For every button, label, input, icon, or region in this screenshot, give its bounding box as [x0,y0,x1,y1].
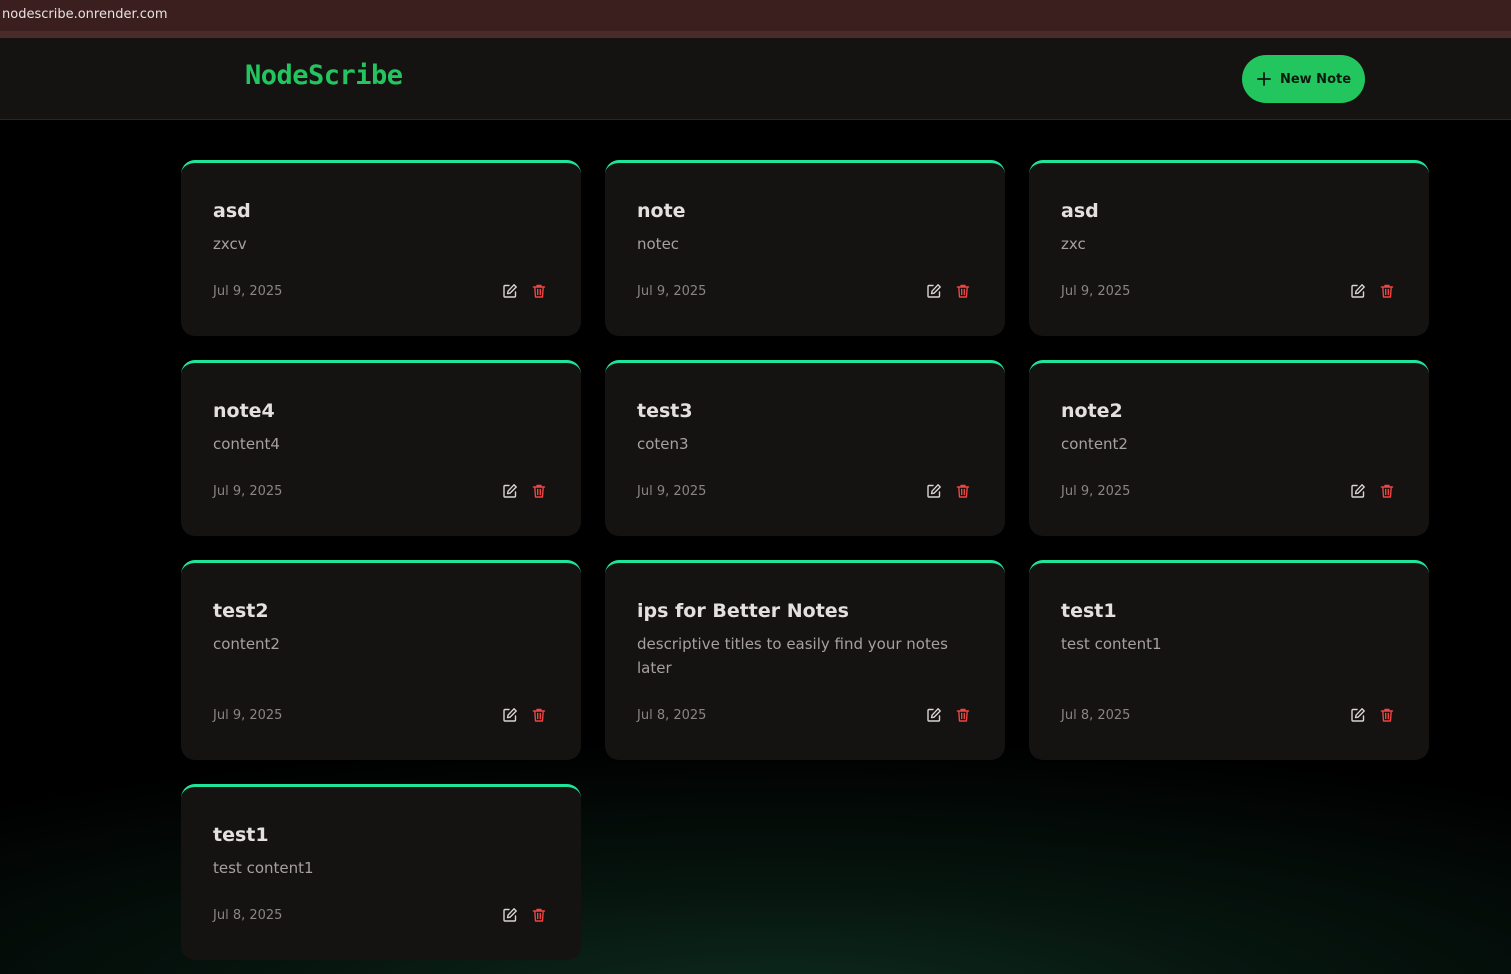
note-actions [925,282,972,300]
edit-icon[interactable] [501,906,519,924]
note-content: test content1 [1061,635,1162,653]
note-title: asd [1061,200,1099,222]
note-content: content2 [213,635,280,653]
note-title: test1 [213,824,269,846]
note-content: zxcv [213,235,247,253]
note-date: Jul 9, 2025 [213,707,283,723]
edit-icon[interactable] [501,282,519,300]
note-actions [1349,282,1396,300]
note-card[interactable]: note notec Jul 9, 2025 [605,160,1005,336]
edit-icon[interactable] [1349,706,1367,724]
note-actions [1349,482,1396,500]
edit-icon[interactable] [501,482,519,500]
note-content: notec [637,235,680,253]
note-card[interactable]: asd zxc Jul 9, 2025 [1029,160,1429,336]
trash-icon[interactable] [1378,282,1396,300]
note-content: content2 [1061,435,1128,453]
trash-icon[interactable] [530,906,548,924]
trash-icon[interactable] [1378,482,1396,500]
note-date: Jul 8, 2025 [637,707,707,723]
note-date: Jul 9, 2025 [213,283,283,299]
new-note-label: New Note [1279,71,1352,87]
note-title: note4 [213,400,275,422]
note-footer: Jul 9, 2025 [637,281,973,301]
note-date: Jul 8, 2025 [1061,707,1131,723]
note-card[interactable]: test1 test content1 Jul 8, 2025 [181,784,581,960]
note-title: test1 [1061,600,1117,622]
edit-icon[interactable] [925,706,943,724]
edit-icon[interactable] [501,706,519,724]
trash-icon[interactable] [954,482,972,500]
note-footer: Jul 8, 2025 [637,705,973,725]
note-actions [1349,706,1396,724]
note-date: Jul 9, 2025 [637,283,707,299]
note-title: ips for Better Notes [637,600,849,622]
trash-icon[interactable] [954,706,972,724]
note-card[interactable]: test1 test content1 Jul 8, 2025 [1029,560,1429,760]
plus-icon [1257,72,1271,86]
note-actions [501,282,548,300]
note-card[interactable]: ips for Better Notes descriptive titles … [605,560,1005,760]
note-card[interactable]: test3 coten3 Jul 9, 2025 [605,360,1005,536]
note-title: test2 [213,600,269,622]
brand-logo[interactable]: NodeScribe [245,60,403,91]
note-footer: Jul 8, 2025 [1061,705,1397,725]
edit-icon[interactable] [1349,282,1367,300]
trash-icon[interactable] [530,482,548,500]
note-footer: Jul 9, 2025 [1061,481,1397,501]
trash-icon[interactable] [1378,706,1396,724]
note-card[interactable]: asd zxcv Jul 9, 2025 [181,160,581,336]
note-content: test content1 [213,859,314,877]
note-date: Jul 9, 2025 [213,483,283,499]
note-footer: Jul 9, 2025 [213,705,549,725]
trash-icon[interactable] [530,282,548,300]
note-actions [925,482,972,500]
edit-icon[interactable] [925,482,943,500]
note-content: zxc [1061,235,1086,253]
note-title: asd [213,200,251,222]
note-date: Jul 9, 2025 [1061,283,1131,299]
note-date: Jul 9, 2025 [1061,483,1131,499]
note-actions [501,482,548,500]
note-card[interactable]: note4 content4 Jul 9, 2025 [181,360,581,536]
note-date: Jul 9, 2025 [637,483,707,499]
note-title: test3 [637,400,693,422]
edit-icon[interactable] [925,282,943,300]
note-footer: Jul 9, 2025 [213,281,549,301]
note-footer: Jul 9, 2025 [213,481,549,501]
note-footer: Jul 9, 2025 [637,481,973,501]
note-content: coten3 [637,435,689,453]
note-actions [501,906,548,924]
note-footer: Jul 8, 2025 [213,905,549,925]
trash-icon[interactable] [530,706,548,724]
page: nodescribe.onrender.com NodeScribe New N… [0,0,1511,974]
note-actions [925,706,972,724]
note-date: Jul 8, 2025 [213,907,283,923]
note-card[interactable]: note2 content2 Jul 9, 2025 [1029,360,1429,536]
note-content: descriptive titles to easily find your n… [637,635,948,677]
edit-icon[interactable] [1349,482,1367,500]
note-title: note2 [1061,400,1123,422]
trash-icon[interactable] [954,282,972,300]
note-title: note [637,200,686,222]
app-header: NodeScribe New Note [0,38,1511,120]
note-card[interactable]: test2 content2 Jul 9, 2025 [181,560,581,760]
url-text: nodescribe.onrender.com [2,7,168,22]
new-note-button[interactable]: New Note [1242,55,1365,103]
note-actions [501,706,548,724]
address-bar[interactable]: nodescribe.onrender.com [0,0,1511,32]
note-content: content4 [213,435,280,453]
note-footer: Jul 9, 2025 [1061,281,1397,301]
